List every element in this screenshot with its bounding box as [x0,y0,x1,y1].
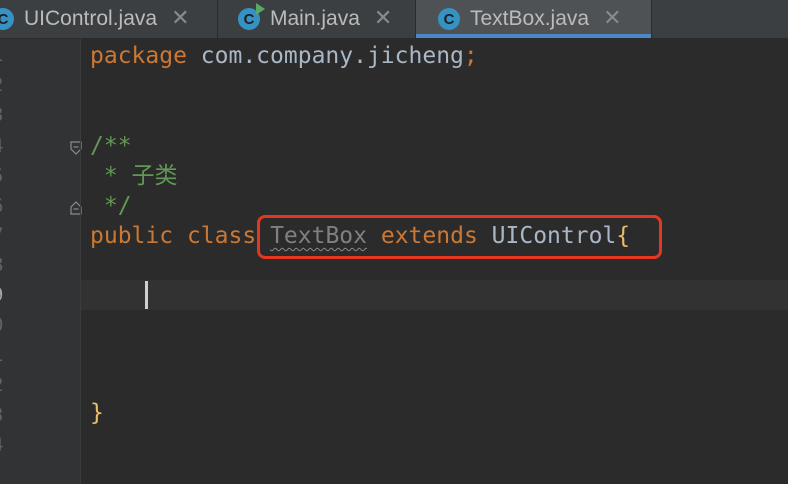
tab-uicontrol[interactable]: C UIControl.java ✕ [0,0,218,38]
tab-label: TextBox.java [470,7,590,30]
code-line-close-brace[interactable]: } [90,398,104,428]
java-class-runnable-icon: C [238,3,265,30]
gutter-separator [80,39,81,484]
line-number: 5 [0,165,6,187]
line-number-gutter[interactable]: 1 2 3 4 5 6 7 8 9 0 1 2 3 4 [0,39,82,484]
editor-tab-bar: C UIControl.java ✕ C Main.java ✕ C TextB… [0,0,788,39]
line-number: 2 [0,74,6,96]
tab-textbox[interactable]: C TextBox.java ✕ [416,0,652,38]
line-number: 8 [0,254,6,276]
code-line-package[interactable]: package com.company.jicheng; [90,41,478,71]
code-line-doc-close[interactable]: */ [90,191,132,221]
java-class-icon: C [438,8,460,30]
line-number-current: 9 [0,284,6,306]
line-number: 3 [0,104,6,126]
line-number: 4 [0,434,6,456]
keyword-public: public [90,223,174,249]
semicolon: ; [463,43,478,69]
keyword-package: package [90,43,187,69]
code-line-doc-body[interactable]: * 子类 [90,161,178,191]
doc-comment-close: */ [90,193,132,219]
line-number: 2 [0,374,6,396]
doc-comment-open: /** [90,133,132,159]
line-number: 6 [0,195,6,217]
annotation-highlight-box [257,215,662,259]
run-badge-icon [256,3,265,15]
doc-comment-body: * 子类 [90,163,178,189]
close-icon[interactable]: ✕ [374,8,392,30]
line-number: 1 [0,44,6,66]
java-class-icon: C [0,8,14,30]
tab-label: Main.java [270,7,360,30]
tab-main[interactable]: C Main.java ✕ [218,0,416,38]
line-number: 0 [0,314,6,336]
code-line-doc-open[interactable]: /** [90,131,132,161]
line-number: 1 [0,344,6,366]
tab-label: UIControl.java [24,7,158,30]
line-number: 3 [0,404,6,426]
text-caret [145,281,148,309]
package-name: com.company.jicheng [200,43,464,69]
keyword-class: class [186,223,257,249]
current-line-highlight [81,280,788,310]
close-icon[interactable]: ✕ [171,8,189,30]
close-brace: } [90,400,104,426]
line-number: 4 [0,135,6,157]
close-icon[interactable]: ✕ [603,8,621,30]
line-number: 7 [0,224,6,246]
